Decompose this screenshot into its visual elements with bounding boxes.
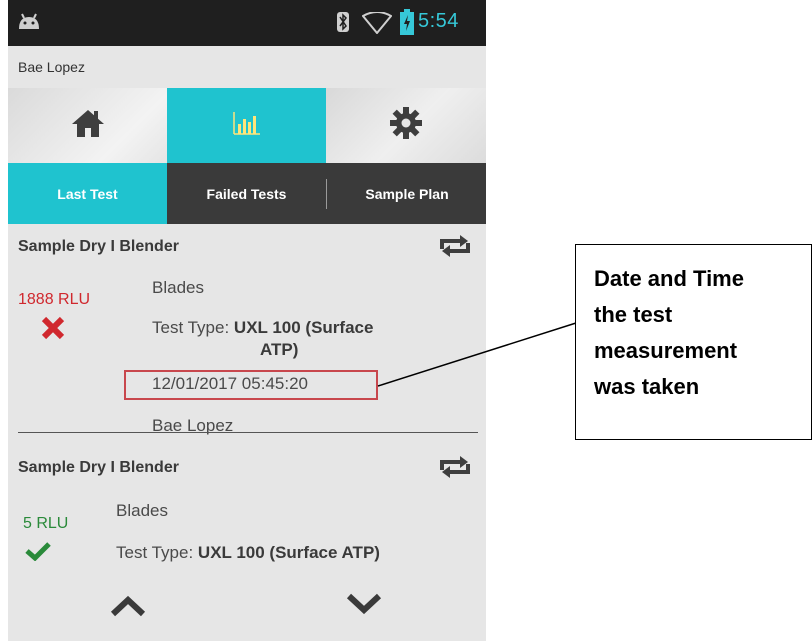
callout-line: was taken [594, 374, 700, 399]
callout-line: the test [594, 302, 673, 327]
callout-line: measurement [594, 338, 738, 363]
callout-line: Date and Time [594, 266, 744, 291]
callout-text: Date and Time the test measurement was t… [594, 261, 804, 405]
callout-box: Date and Time the test measurement was t… [575, 244, 812, 440]
